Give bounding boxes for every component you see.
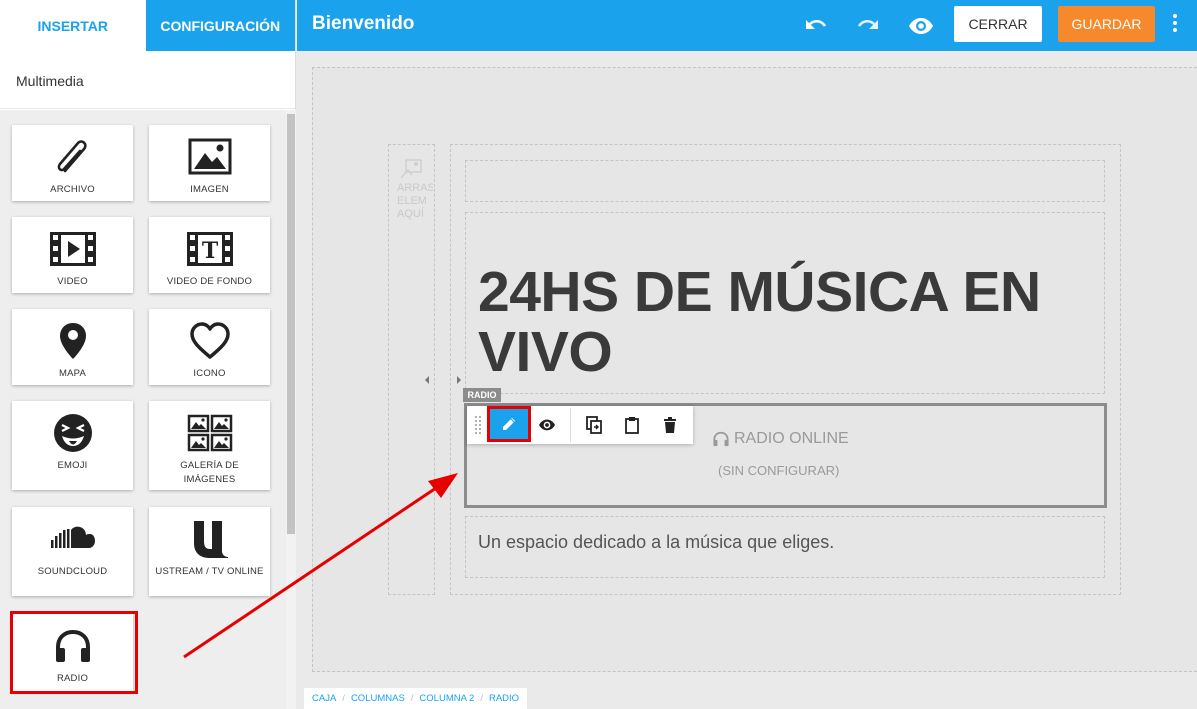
- breadcrumb-separator: /: [342, 693, 345, 704]
- toolbar-paste-button[interactable]: [619, 406, 645, 444]
- clipboard-icon: [625, 417, 639, 434]
- paragraph-text[interactable]: Un espacio dedicado a la música que elig…: [478, 532, 834, 553]
- soundcloud-icon: [50, 519, 96, 559]
- redo-icon[interactable]: [854, 12, 882, 40]
- tile-label: VIDEO DE FONDO: [166, 276, 253, 287]
- page-title: Bienvenido: [312, 13, 415, 34]
- tile-label: VIDEO: [57, 276, 88, 287]
- tile-video-de-fondo[interactable]: T VIDEO DE FONDO: [149, 217, 270, 293]
- tile-label: GALERÍA DE IMÁGENES: [180, 460, 239, 485]
- breadcrumb-item-columnas[interactable]: COLUMNAS: [351, 693, 405, 704]
- radio-element-tag: RADIO: [463, 388, 501, 402]
- insert-panel: INSERTAR CONFIGURACIÓN Multimedia ARCHIV…: [0, 0, 296, 709]
- tile-label: USTREAM / TV ONLINE: [155, 566, 264, 577]
- drop-image-icon: [400, 159, 422, 179]
- pencil-icon: [503, 418, 515, 430]
- toolbar-duplicate-button[interactable]: [581, 406, 607, 444]
- empty-row-box[interactable]: [465, 160, 1105, 202]
- eye-icon: [539, 419, 555, 431]
- toolbar-preview-button[interactable]: [533, 406, 561, 444]
- tile-label: ICONO: [193, 368, 226, 379]
- breadcrumb-item-caja[interactable]: CAJA: [312, 693, 336, 704]
- breadcrumb-separator: /: [410, 693, 414, 704]
- headphones-small-icon: [713, 431, 729, 447]
- drag-handle-icon[interactable]: [474, 415, 482, 437]
- toolbar-edit-button[interactable]: [487, 406, 531, 442]
- breadcrumb-item-radio[interactable]: RADIO: [489, 693, 519, 704]
- radio-title: RADIO ONLINE: [712, 430, 849, 448]
- drop-hint-line: ARRAS: [397, 182, 433, 194]
- tile-label: MAPA: [58, 368, 87, 379]
- map-pin-icon: [58, 321, 88, 361]
- breadcrumb-separator: /: [480, 693, 483, 704]
- tab-configuracion[interactable]: CONFIGURACIÓN: [145, 0, 295, 51]
- drop-hint-line: AQUÍ: [397, 208, 424, 220]
- video-icon: [49, 229, 97, 269]
- close-button[interactable]: CERRAR: [954, 6, 1042, 42]
- tile-imagen[interactable]: IMAGEN: [149, 125, 270, 201]
- panel-scrollbar[interactable]: [286, 110, 296, 709]
- paperclip-icon: [51, 137, 95, 177]
- image-icon: [188, 137, 232, 177]
- trash-icon: [664, 417, 676, 433]
- panel-tabs: INSERTAR CONFIGURACIÓN: [0, 0, 295, 51]
- tab-insertar[interactable]: INSERTAR: [0, 0, 146, 51]
- top-bar: Bienvenido CERRAR GUARDAR: [297, 0, 1197, 51]
- emoji-icon: [53, 413, 93, 453]
- tile-label: SOUNDCLOUD: [37, 566, 108, 577]
- radio-subtitle: (SIN CONFIGURAR): [718, 463, 840, 478]
- radio-title-text: RADIO ONLINE: [734, 430, 849, 447]
- tile-emoji[interactable]: EMOJI: [12, 401, 133, 490]
- video-background-icon: T: [186, 229, 234, 269]
- save-button[interactable]: GUARDAR: [1058, 6, 1155, 42]
- tile-label: ARCHIVO: [50, 184, 95, 195]
- radio-highlight-box: [10, 611, 138, 694]
- drop-hint-line: ELEM: [397, 195, 427, 207]
- scroll-thumb[interactable]: [287, 114, 295, 534]
- undo-icon[interactable]: [802, 12, 830, 40]
- section-title-multimedia: Multimedia: [0, 51, 295, 109]
- ustream-icon: [190, 519, 230, 559]
- tile-video[interactable]: VIDEO: [12, 217, 133, 293]
- drop-hint-text: ARRAS ELEM AQUÍ: [397, 182, 433, 221]
- tile-ustream[interactable]: USTREAM / TV ONLINE: [149, 507, 270, 596]
- toolbar-divider: [570, 408, 571, 442]
- tile-mapa[interactable]: MAPA: [12, 309, 133, 385]
- preview-eye-icon[interactable]: [907, 12, 935, 40]
- duplicate-icon: [586, 416, 602, 434]
- tile-galeria[interactable]: GALERÍA DE IMÁGENES: [149, 401, 270, 490]
- tile-soundcloud[interactable]: SOUNDCLOUD: [12, 507, 133, 596]
- toolbar-delete-button[interactable]: [657, 406, 683, 444]
- breadcrumb: CAJA / COLUMNAS / COLUMNA 2 / RADIO: [304, 688, 528, 709]
- tile-label: EMOJI: [57, 460, 88, 471]
- heart-icon: [188, 321, 232, 361]
- gallery-icon: [187, 413, 233, 453]
- tile-archivo[interactable]: ARCHIVO: [12, 125, 133, 201]
- svg-text:T: T: [201, 238, 218, 264]
- tile-icono[interactable]: ICONO: [149, 309, 270, 385]
- breadcrumb-item-columna-2[interactable]: COLUMNA 2: [419, 693, 474, 704]
- main-heading[interactable]: 24HS DE MÚSICA EN VIVO: [478, 262, 1078, 382]
- tile-label: IMAGEN: [190, 184, 229, 195]
- more-menu-icon[interactable]: [1169, 14, 1181, 36]
